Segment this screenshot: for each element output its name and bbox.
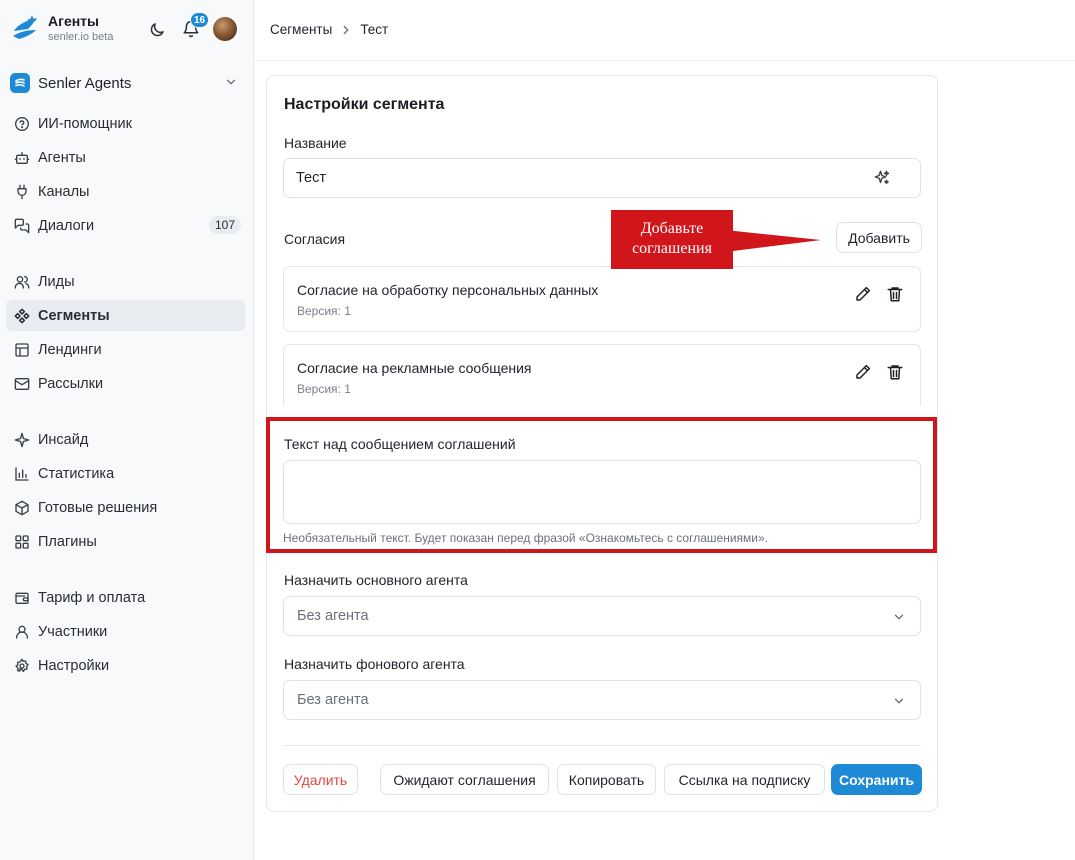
- avatar[interactable]: [213, 17, 237, 41]
- background-agent-label: Назначить фонового агента: [284, 656, 465, 672]
- help-circle-icon: [15, 116, 29, 131]
- dialogs-count-badge: 107: [208, 216, 241, 234]
- sidebar-item-solutions[interactable]: Готовые решения: [6, 492, 245, 523]
- pencil-icon[interactable]: [854, 363, 872, 381]
- sidebar-item-label: Плагины: [38, 533, 97, 550]
- trash-icon[interactable]: [886, 285, 904, 303]
- pencil-icon[interactable]: [854, 285, 872, 303]
- moon-icon[interactable]: [148, 21, 166, 39]
- sidebar-item-channels[interactable]: Каналы: [6, 176, 245, 207]
- robot-icon: [14, 151, 30, 164]
- mail-icon: [14, 377, 30, 390]
- notifications-badge: 16: [190, 12, 210, 28]
- consent-text-hint: Необязательный текст. Будет показан пере…: [283, 531, 768, 545]
- sidebar-item-insight[interactable]: Инсайд: [6, 424, 245, 455]
- header-divider: [254, 60, 1075, 61]
- sidebar-item-dialogs[interactable]: Диалоги 107: [6, 210, 245, 241]
- sidebar-item-statistics[interactable]: Статистика: [6, 458, 245, 489]
- sidebar-item-label: Рассылки: [38, 375, 104, 392]
- chevron-down-icon: [894, 698, 904, 704]
- chevron-right-icon: [343, 25, 349, 34]
- sidebar-item-billing[interactable]: Тариф и оплата: [6, 582, 245, 613]
- consent-version: Версия: 1: [297, 382, 351, 396]
- sparkle-icon: [14, 432, 30, 447]
- sidebar-item-agents[interactable]: Агенты: [6, 142, 245, 173]
- brand[interactable]: Агенты senler.io beta: [10, 12, 113, 44]
- plug-icon: [17, 184, 27, 199]
- consent-item: Согласие на обработку персональных данны…: [283, 266, 921, 332]
- package-icon: [15, 500, 29, 515]
- breadcrumb-parent[interactable]: Сегменты: [270, 22, 332, 37]
- card-title: Настройки сегмента: [284, 96, 445, 113]
- sidebar-item-landings[interactable]: Лендинги: [6, 334, 245, 365]
- background-agent-select[interactable]: Без агента: [283, 680, 921, 720]
- sidebar-item-ai-assistant[interactable]: ИИ-помощник: [6, 108, 245, 139]
- senler-logo-icon: [10, 73, 30, 93]
- chevron-down-icon: [226, 79, 236, 85]
- layout-icon: [15, 342, 29, 357]
- agents-logo-icon: [13, 15, 37, 39]
- segment-name-input[interactable]: [283, 158, 921, 198]
- trash-icon[interactable]: [886, 363, 904, 381]
- consent-version: Версия: 1: [297, 304, 351, 318]
- consent-item: Согласие на рекламные сообщения Версия: …: [283, 344, 921, 406]
- main-agent-value: Без агента: [297, 608, 369, 624]
- sidebar-item-label: Статистика: [38, 465, 115, 482]
- segments-icon: [14, 308, 30, 323]
- sidebar-item-label: Настройки: [38, 657, 110, 674]
- segment-settings-card: Настройки сегмента Название Согласия Доб…: [266, 75, 938, 812]
- sidebar-item-label: Лендинги: [38, 341, 102, 358]
- subscription-link-button[interactable]: Ссылка на подписку: [664, 764, 825, 795]
- save-button[interactable]: Сохранить: [831, 764, 922, 795]
- sidebar-item-leads[interactable]: Лиды: [6, 266, 245, 297]
- sidebar-item-label: Диалоги: [38, 217, 95, 234]
- sidebar-item-label: Участники: [38, 623, 108, 640]
- background-agent-value: Без агента: [297, 692, 369, 708]
- sidebar-item-label: Тариф и оплата: [38, 589, 146, 606]
- consent-text-label: Текст над сообщением соглашений: [284, 436, 516, 452]
- bar-chart-icon: [15, 466, 29, 481]
- sidebar-item-label: Сегменты: [38, 307, 110, 324]
- sidebar: Агенты senler.io beta 16 Senler Agents И…: [0, 0, 254, 860]
- brand-subtitle: senler.io beta: [48, 30, 114, 43]
- sidebar-item-label: Лиды: [38, 273, 75, 290]
- consents-label: Согласия: [284, 231, 346, 247]
- sidebar-item-plugins[interactable]: Плагины: [6, 526, 245, 557]
- workspace-name: Senler Agents: [38, 74, 132, 92]
- consent-text-textarea[interactable]: [283, 460, 921, 524]
- puzzle-icon: [15, 534, 29, 549]
- gear-icon: [15, 658, 29, 672]
- users-icon: [14, 275, 30, 289]
- consent-title: Согласие на рекламные сообщения: [297, 360, 532, 376]
- ai-sparkle-icon[interactable]: [873, 169, 891, 187]
- breadcrumb-current: Тест: [360, 22, 389, 37]
- sidebar-item-label: Каналы: [38, 183, 90, 200]
- user-icon: [16, 625, 28, 639]
- sidebar-item-members[interactable]: Участники: [6, 616, 245, 647]
- sidebar-item-settings[interactable]: Настройки: [6, 650, 245, 681]
- add-consent-button[interactable]: Добавить: [836, 222, 922, 253]
- delete-button[interactable]: Удалить: [283, 764, 358, 795]
- chat-icon: [14, 218, 30, 233]
- sidebar-item-label: Агенты: [38, 149, 86, 166]
- footer-divider: [283, 745, 921, 746]
- awaiting-consents-button[interactable]: Ожидают соглашения: [380, 764, 549, 795]
- main-agent-label: Назначить основного агента: [284, 572, 468, 588]
- main-agent-select[interactable]: Без агента: [283, 596, 921, 636]
- name-label: Название: [284, 135, 347, 151]
- chevron-down-icon: [894, 614, 904, 620]
- sidebar-item-mailings[interactable]: Рассылки: [6, 368, 245, 399]
- sidebar-item-label: ИИ-помощник: [38, 115, 133, 132]
- breadcrumb: Сегменты Тест: [270, 22, 388, 37]
- brand-title: Агенты: [48, 12, 99, 29]
- consent-title: Согласие на обработку персональных данны…: [297, 282, 599, 298]
- sidebar-item-label: Инсайд: [38, 431, 89, 448]
- workspace-switcher[interactable]: Senler Agents: [10, 70, 244, 96]
- copy-button[interactable]: Копировать: [557, 764, 656, 795]
- sidebar-item-segments[interactable]: Сегменты: [6, 300, 245, 331]
- sidebar-item-label: Готовые решения: [38, 499, 158, 516]
- wallet-icon: [15, 592, 29, 604]
